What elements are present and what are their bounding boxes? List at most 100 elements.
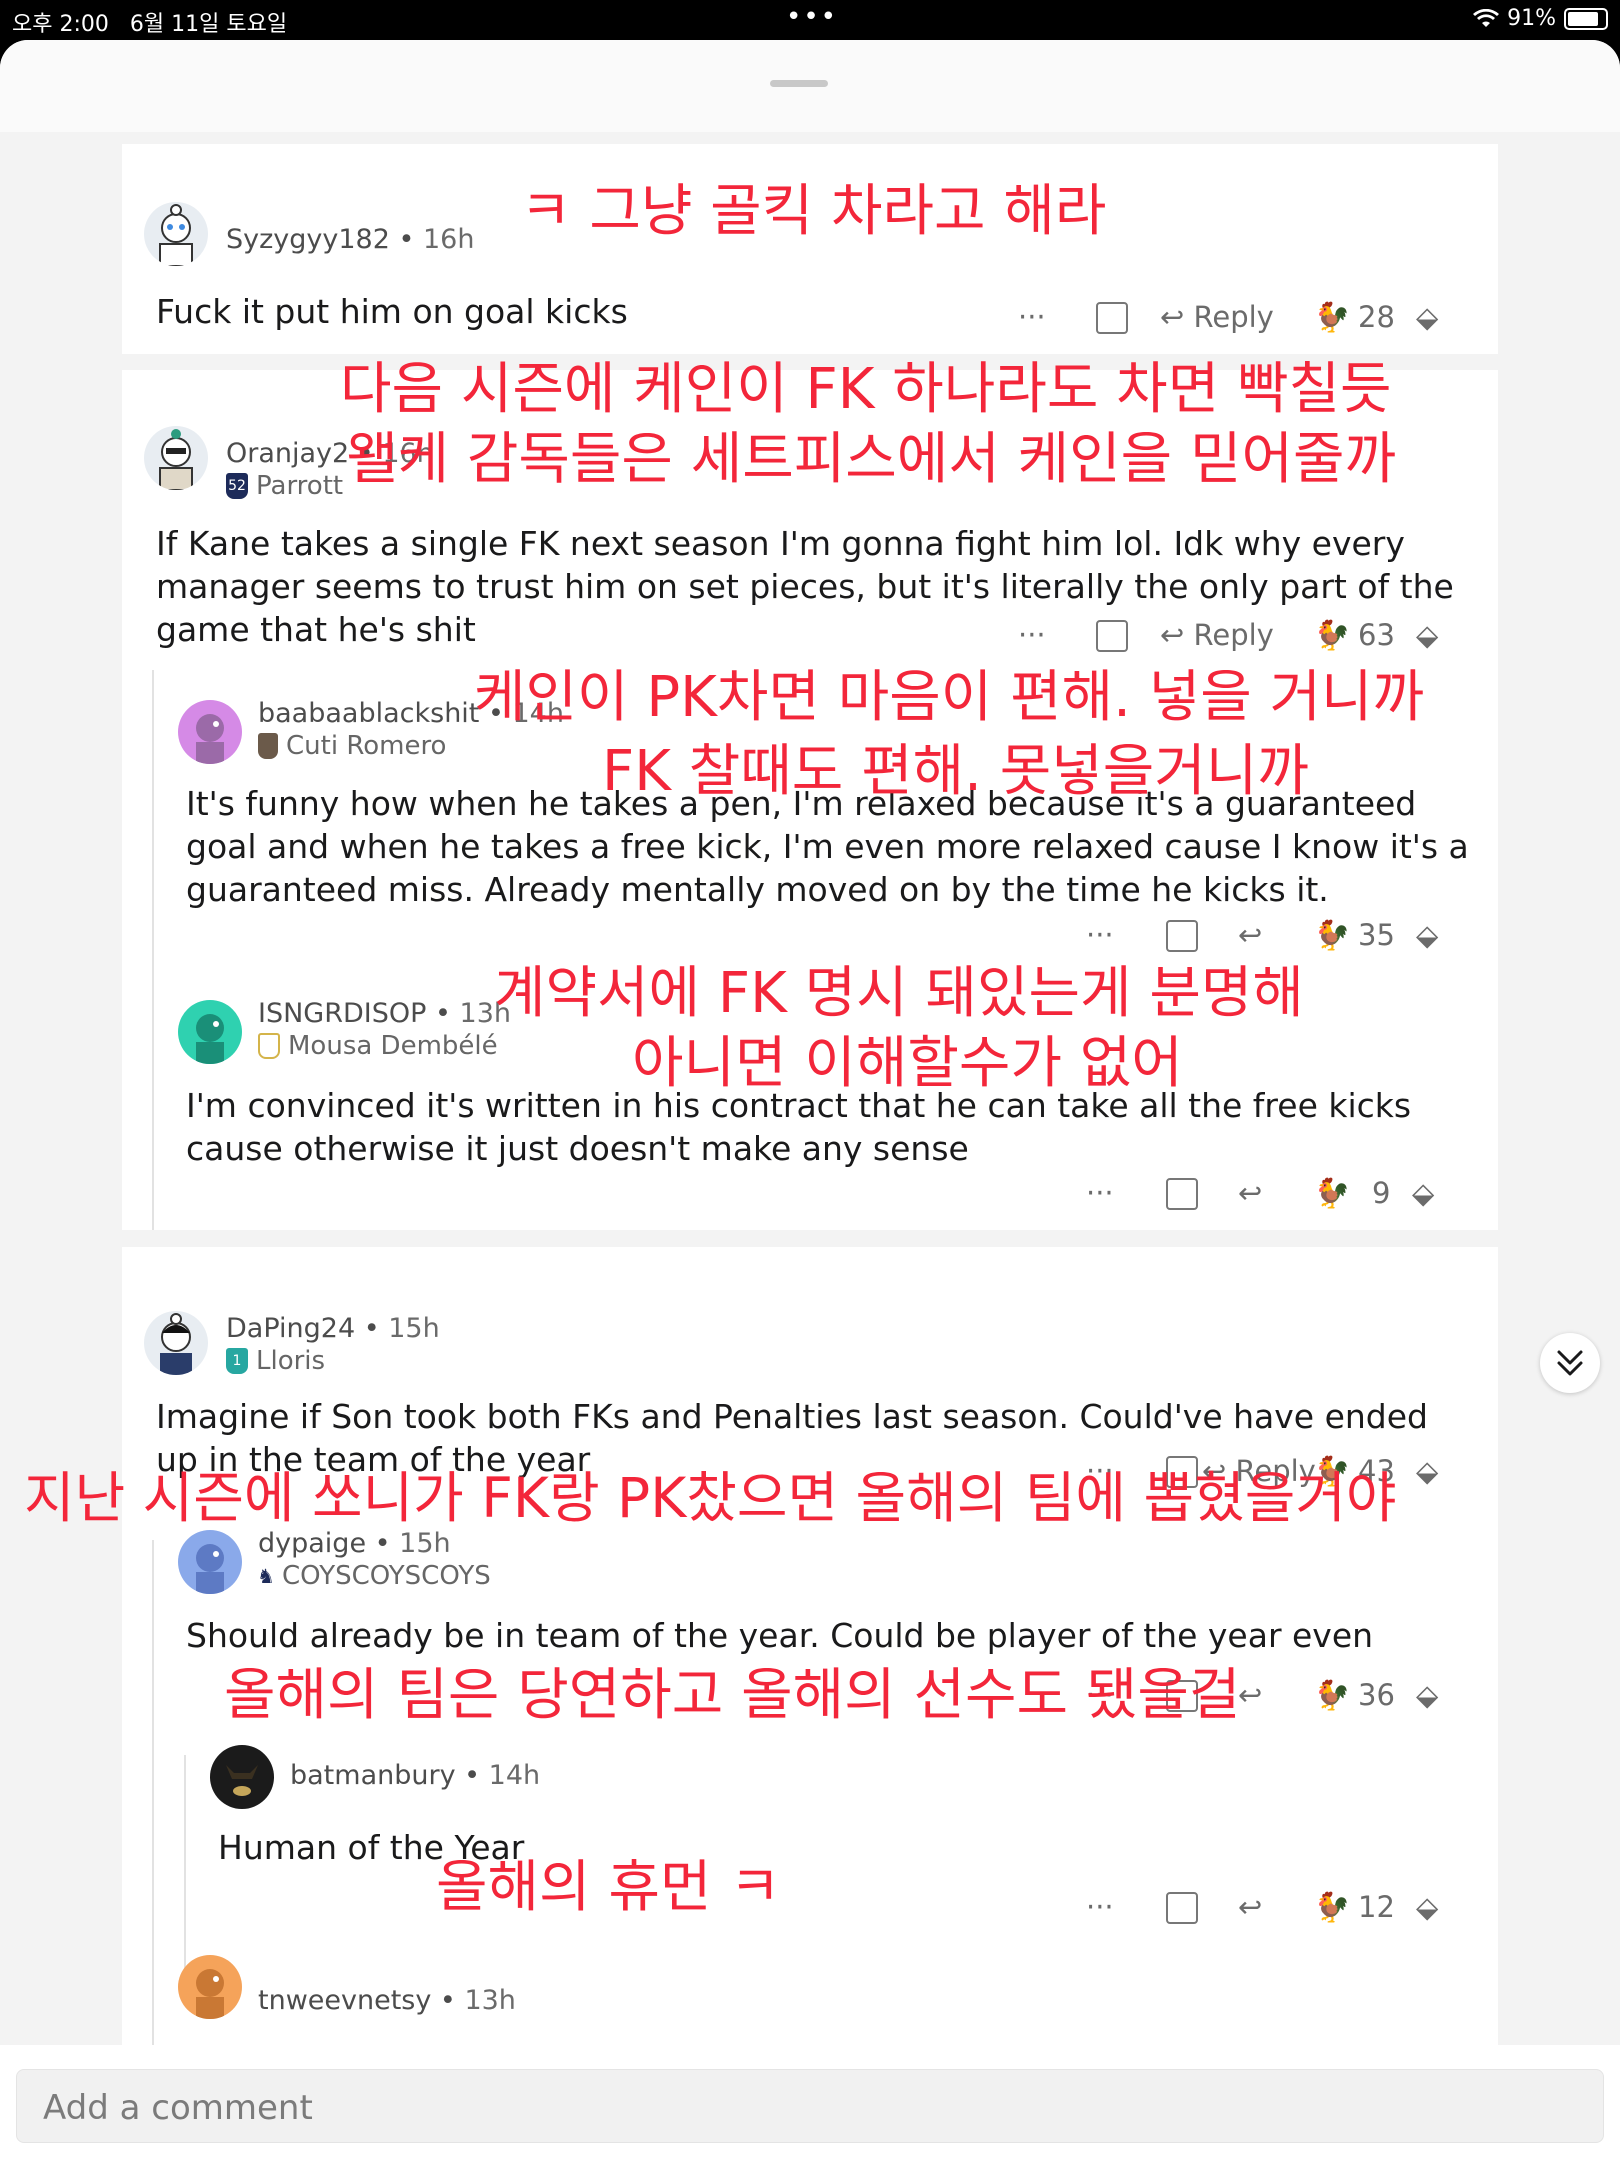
upvote-icon[interactable]: 🐓 <box>1314 1176 1350 1211</box>
upvote-icon[interactable]: 🐓 <box>1314 918 1350 953</box>
translation-overlay: FK 찰때도 편해. 못넣을거니까 <box>602 739 1309 804</box>
comment-actions: ··· ↩ Reply 🐓 28 ⬙ <box>1018 300 1438 340</box>
timestamp: 15h <box>399 1528 451 1559</box>
avatar[interactable] <box>210 1745 274 1809</box>
translation-overlay: 아니면 이해할수가 없어 <box>632 1031 1183 1096</box>
username[interactable]: baabaablackshit <box>258 698 479 729</box>
award-icon[interactable] <box>1096 302 1128 334</box>
username[interactable]: Syzygyy182 <box>226 224 390 255</box>
translation-overlay: 지난 시즌에 쏘니가 FK랑 PK찼으면 올해의 팀에 뽑혔을거야 <box>24 1466 1397 1530</box>
translation-overlay: 왤케 감독들은 세트피스에서 케인을 믿어줄까 <box>346 427 1397 492</box>
avatar[interactable] <box>144 202 208 266</box>
award-icon[interactable] <box>1166 920 1198 952</box>
reply-icon[interactable]: ↩ <box>1238 918 1262 952</box>
downvote-icon[interactable]: ⬙ <box>1416 618 1438 652</box>
user-flair: 52 Parrott <box>226 471 343 501</box>
flair-text: Mousa Dembélé <box>288 1031 498 1061</box>
timestamp: 14h <box>488 1760 541 1791</box>
translation-overlay: ㅋ 그냥 골킥 차라고 해라 <box>520 179 1107 244</box>
award-icon[interactable] <box>1166 1892 1198 1924</box>
flair-text: Cuti Romero <box>286 731 447 761</box>
user-flair: Mousa Dembélé <box>258 1031 498 1061</box>
player-photo-icon <box>258 733 278 759</box>
reply-icon[interactable]: ↩ <box>1238 1890 1262 1924</box>
vote-count: 36 <box>1358 1678 1395 1712</box>
username[interactable]: batmanbury <box>290 1760 456 1791</box>
reply-button[interactable]: ↩ Reply <box>1160 300 1274 334</box>
status-bar: 오후 2:00 6월 11일 토요일 ••• 91% <box>0 0 1620 40</box>
comment-author[interactable]: ISNGRDISOP • 13h <box>258 998 511 1029</box>
flair-badge-icon: 1 <box>226 1348 248 1374</box>
thread-line[interactable] <box>184 1755 186 1995</box>
upvote-icon[interactable]: 🐓 <box>1314 1890 1350 1925</box>
downvote-icon[interactable]: ⬙ <box>1416 1890 1438 1924</box>
add-comment-placeholder: Add a comment <box>43 2088 313 2128</box>
status-time: 오후 2:00 <box>12 12 109 37</box>
comment-body: Human of the Year <box>218 1828 525 1867</box>
status-date: 6월 11일 토요일 <box>129 12 288 37</box>
comment-actions: ··· ↩ 🐓 35 ⬙ <box>1086 918 1446 958</box>
username[interactable]: dypaige <box>258 1528 366 1559</box>
thread-line[interactable] <box>152 670 154 1230</box>
upvote-icon[interactable]: 🐓 <box>1314 1678 1350 1713</box>
translation-overlay: 계약서에 FK 명시 돼있는게 분명해 <box>494 961 1304 1026</box>
thread-line[interactable] <box>152 1540 154 2085</box>
downvote-icon[interactable]: ⬙ <box>1416 300 1438 334</box>
flair-badge-icon: 52 <box>226 473 248 499</box>
vote-count: 63 <box>1358 618 1395 652</box>
more-options-button[interactable]: ··· <box>1018 300 1046 334</box>
comment-author[interactable]: Syzygyy182 • 16h <box>226 224 474 255</box>
comment-composer: Add a comment <box>0 2045 1620 2160</box>
reply-icon[interactable]: ↩ <box>1238 1176 1262 1210</box>
reply-icon[interactable]: ↩ <box>1238 1678 1262 1712</box>
timestamp: 16h <box>423 224 475 255</box>
timestamp: 15h <box>388 1313 440 1344</box>
comment-author[interactable]: batmanbury • 14h <box>290 1760 540 1791</box>
comment-author[interactable]: dypaige • 15h <box>258 1528 451 1559</box>
avatar[interactable] <box>144 426 208 490</box>
user-flair: ♞ COYSCOYSCOYS <box>257 1561 491 1591</box>
more-options-button[interactable]: ··· <box>1086 918 1114 952</box>
username[interactable]: tnweevnetsy <box>258 1985 431 2016</box>
flair-badge-icon <box>258 1033 280 1059</box>
sheet-grabber[interactable] <box>770 80 828 87</box>
timestamp: 13h <box>464 1985 516 2016</box>
comment-author[interactable]: DaPing24 • 15h <box>226 1313 440 1344</box>
award-icon[interactable] <box>1096 620 1128 652</box>
award-icon[interactable] <box>1166 1178 1198 1210</box>
user-flair: 1 Lloris <box>226 1346 325 1376</box>
avatar[interactable] <box>178 1530 242 1594</box>
username[interactable]: DaPing24 <box>226 1313 355 1344</box>
wifi-icon <box>1473 8 1500 27</box>
avatar[interactable] <box>178 1955 242 2019</box>
downvote-icon[interactable]: ⬙ <box>1416 918 1438 952</box>
reply-button[interactable]: ↩ Reply <box>1160 618 1274 652</box>
downvote-icon[interactable]: ⬙ <box>1412 1176 1434 1210</box>
downvote-icon[interactable]: ⬙ <box>1416 1678 1438 1712</box>
flair-text: COYSCOYSCOYS <box>282 1561 491 1591</box>
reply-icon: ↩ <box>1160 618 1185 652</box>
downvote-icon[interactable]: ⬙ <box>1416 1454 1438 1488</box>
username[interactable]: ISNGRDISOP <box>258 998 426 1029</box>
translation-overlay: 올해의 팀은 당연하고 올해의 선수도 됐을걸 <box>224 1663 1241 1728</box>
comment-body: I'm convinced it's written in his contra… <box>186 1086 1412 1168</box>
comments-sheet: Syzygyy182 • 16h Fuck it put him on goal… <box>0 40 1620 2160</box>
jump-to-next-comment-button[interactable] <box>1540 1333 1600 1393</box>
add-comment-input[interactable]: Add a comment <box>16 2069 1604 2143</box>
flair-text: Parrott <box>256 471 344 501</box>
more-options-button[interactable]: ··· <box>1018 618 1046 652</box>
more-options-button[interactable]: ··· <box>1086 1176 1114 1210</box>
vote-count: 12 <box>1358 1890 1395 1924</box>
more-options-button[interactable]: ··· <box>1086 1890 1114 1924</box>
upvote-icon[interactable]: 🐓 <box>1314 300 1350 335</box>
flair-text: Lloris <box>256 1346 326 1376</box>
upvote-icon[interactable]: 🐓 <box>1314 618 1350 653</box>
username[interactable]: Oranjay2 <box>226 438 349 469</box>
avatar[interactable] <box>144 1311 208 1375</box>
avatar[interactable] <box>178 1000 242 1064</box>
multitasking-dots[interactable]: ••• <box>786 2 838 32</box>
avatar[interactable] <box>178 700 242 764</box>
reply-icon: ↩ <box>1160 300 1185 334</box>
comment-body: Should already be in team of the year. C… <box>186 1616 1374 1655</box>
comment-author[interactable]: tnweevnetsy • 13h <box>258 1985 516 2016</box>
